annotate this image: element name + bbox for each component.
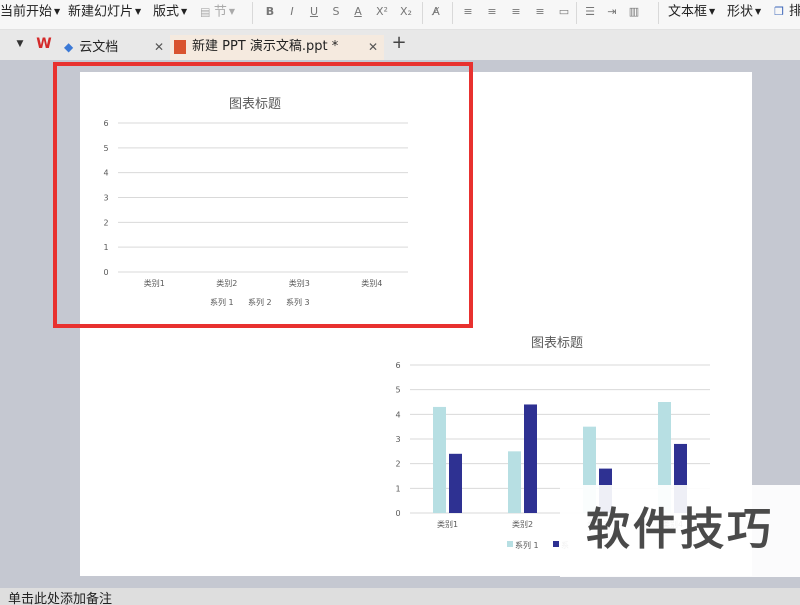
arrange-icon[interactable]: ❐ [771, 4, 787, 20]
wps-logo-icon[interactable]: W [36, 36, 52, 52]
x-tick-label: 类别1 [144, 278, 165, 288]
tab-ppt-document[interactable]: 新建 PPT 演示文稿.ppt * ✕ [170, 35, 384, 60]
notes-pane[interactable]: 单击此处添加备注 [0, 588, 800, 605]
align-center-icon[interactable]: ≡ [484, 4, 500, 20]
tab-list-dropdown-icon[interactable]: ▼ [12, 36, 28, 52]
clear-format-icon[interactable]: A̸ [428, 4, 444, 20]
y-tick-label: 0 [103, 268, 108, 277]
y-tick-label: 6 [395, 361, 400, 370]
align-right-icon[interactable]: ≡ [508, 4, 524, 20]
x-tick-label: 类别4 [361, 278, 382, 288]
from-current-slide-button[interactable]: 当前开始 ▼ [0, 0, 60, 24]
legend-label: 系列 1 [210, 297, 234, 307]
indent-icon[interactable]: ⇥ [604, 4, 620, 20]
y-tick-label: 6 [103, 119, 108, 128]
y-tick-label: 5 [395, 386, 400, 395]
toolbar-separator [658, 2, 659, 24]
notes-placeholder: 单击此处添加备注 [8, 592, 113, 605]
strikethrough-button[interactable]: S [328, 4, 344, 20]
legend-label: 系列 3 [286, 297, 310, 307]
legend-swatch [507, 541, 513, 547]
distribute-icon[interactable]: ▭ [556, 4, 572, 20]
y-tick-label: 2 [395, 460, 400, 469]
ppt-file-icon [174, 39, 186, 54]
shape-button[interactable]: 形状 ▼ [727, 0, 761, 24]
watermark-text: 软件技巧 [560, 485, 800, 577]
y-tick-label: 3 [103, 194, 108, 203]
chart-title: 图表标题 [531, 336, 583, 351]
justify-icon[interactable]: ≡ [532, 4, 548, 20]
legend-label: 系列 2 [248, 297, 272, 307]
y-tick-label: 5 [103, 144, 108, 153]
toolbar-separator [252, 2, 253, 24]
chart-empty[interactable]: 图表标题 0 1 2 3 4 5 6 类别1 类别2 类别3 类别4 系列 1 系列 2 系列 3 [90, 82, 420, 322]
close-tab-icon[interactable]: ✕ [368, 35, 378, 59]
underline-button[interactable]: U [306, 4, 322, 20]
textbox-button[interactable]: 文本框 ▼ [668, 0, 715, 24]
x-tick-label: 类别2 [216, 278, 237, 288]
y-tick-label: 1 [395, 484, 400, 493]
y-tick-label: 0 [395, 509, 400, 518]
bar [433, 406, 446, 513]
align-left-icon[interactable]: ≡ [460, 4, 476, 20]
document-tab-bar: ▼ W ◆ 云文档 ✕ 新建 PPT 演示文稿.ppt * ✕ + [0, 30, 800, 60]
x-tick-label: 类别2 [512, 519, 533, 529]
font-color-button[interactable]: A [350, 4, 366, 20]
legend-swatch [553, 541, 559, 547]
bar [508, 451, 521, 513]
section-button[interactable]: ▤ 节 ▼ [200, 0, 235, 24]
new-slide-button[interactable]: 新建幻灯片 ▼ [68, 0, 141, 24]
legend-label: 系列 1 [515, 540, 539, 550]
tab-cloud-docs[interactable]: ◆ 云文档 ✕ [64, 35, 168, 60]
chart-svg[interactable]: 图表标题 0 1 2 3 4 5 6 类别1 类别2 类别3 类别4 系列 1 系列 2 系列 3 [90, 82, 420, 322]
superscript-button[interactable]: X² [374, 4, 390, 20]
add-tab-icon[interactable]: + [391, 34, 407, 52]
y-tick-label: 2 [103, 218, 108, 227]
italic-button[interactable]: I [284, 4, 300, 20]
toolbar-separator [576, 2, 577, 24]
y-tick-label: 4 [395, 410, 400, 419]
toolbar-separator [422, 2, 423, 24]
subscript-button[interactable]: X₂ [398, 4, 414, 20]
columns-icon[interactable]: ▥ [626, 4, 642, 20]
cloud-doc-icon: ◆ [64, 40, 74, 54]
line-spacing-icon[interactable]: ☰ [582, 4, 598, 20]
y-tick-label: 3 [395, 435, 400, 444]
x-tick-label: 类别3 [289, 278, 310, 288]
toolbar-separator [452, 2, 453, 24]
close-tab-icon[interactable]: ✕ [154, 35, 164, 59]
bar [524, 404, 537, 513]
arrange-button[interactable]: 排 [789, 0, 800, 24]
bold-button[interactable]: B [262, 4, 278, 20]
ribbon-toolbar: 当前开始 ▼ 新建幻灯片 ▼ 版式 ▼ ▤ 节 ▼ B I U S A X² X₂ A̸… [0, 0, 800, 30]
chart-title: 图表标题 [229, 97, 281, 112]
x-tick-label: 类别1 [437, 519, 458, 529]
y-tick-label: 1 [103, 243, 108, 252]
layout-button[interactable]: 版式 ▼ [153, 0, 187, 24]
bar [449, 453, 462, 513]
y-tick-label: 4 [103, 169, 108, 178]
